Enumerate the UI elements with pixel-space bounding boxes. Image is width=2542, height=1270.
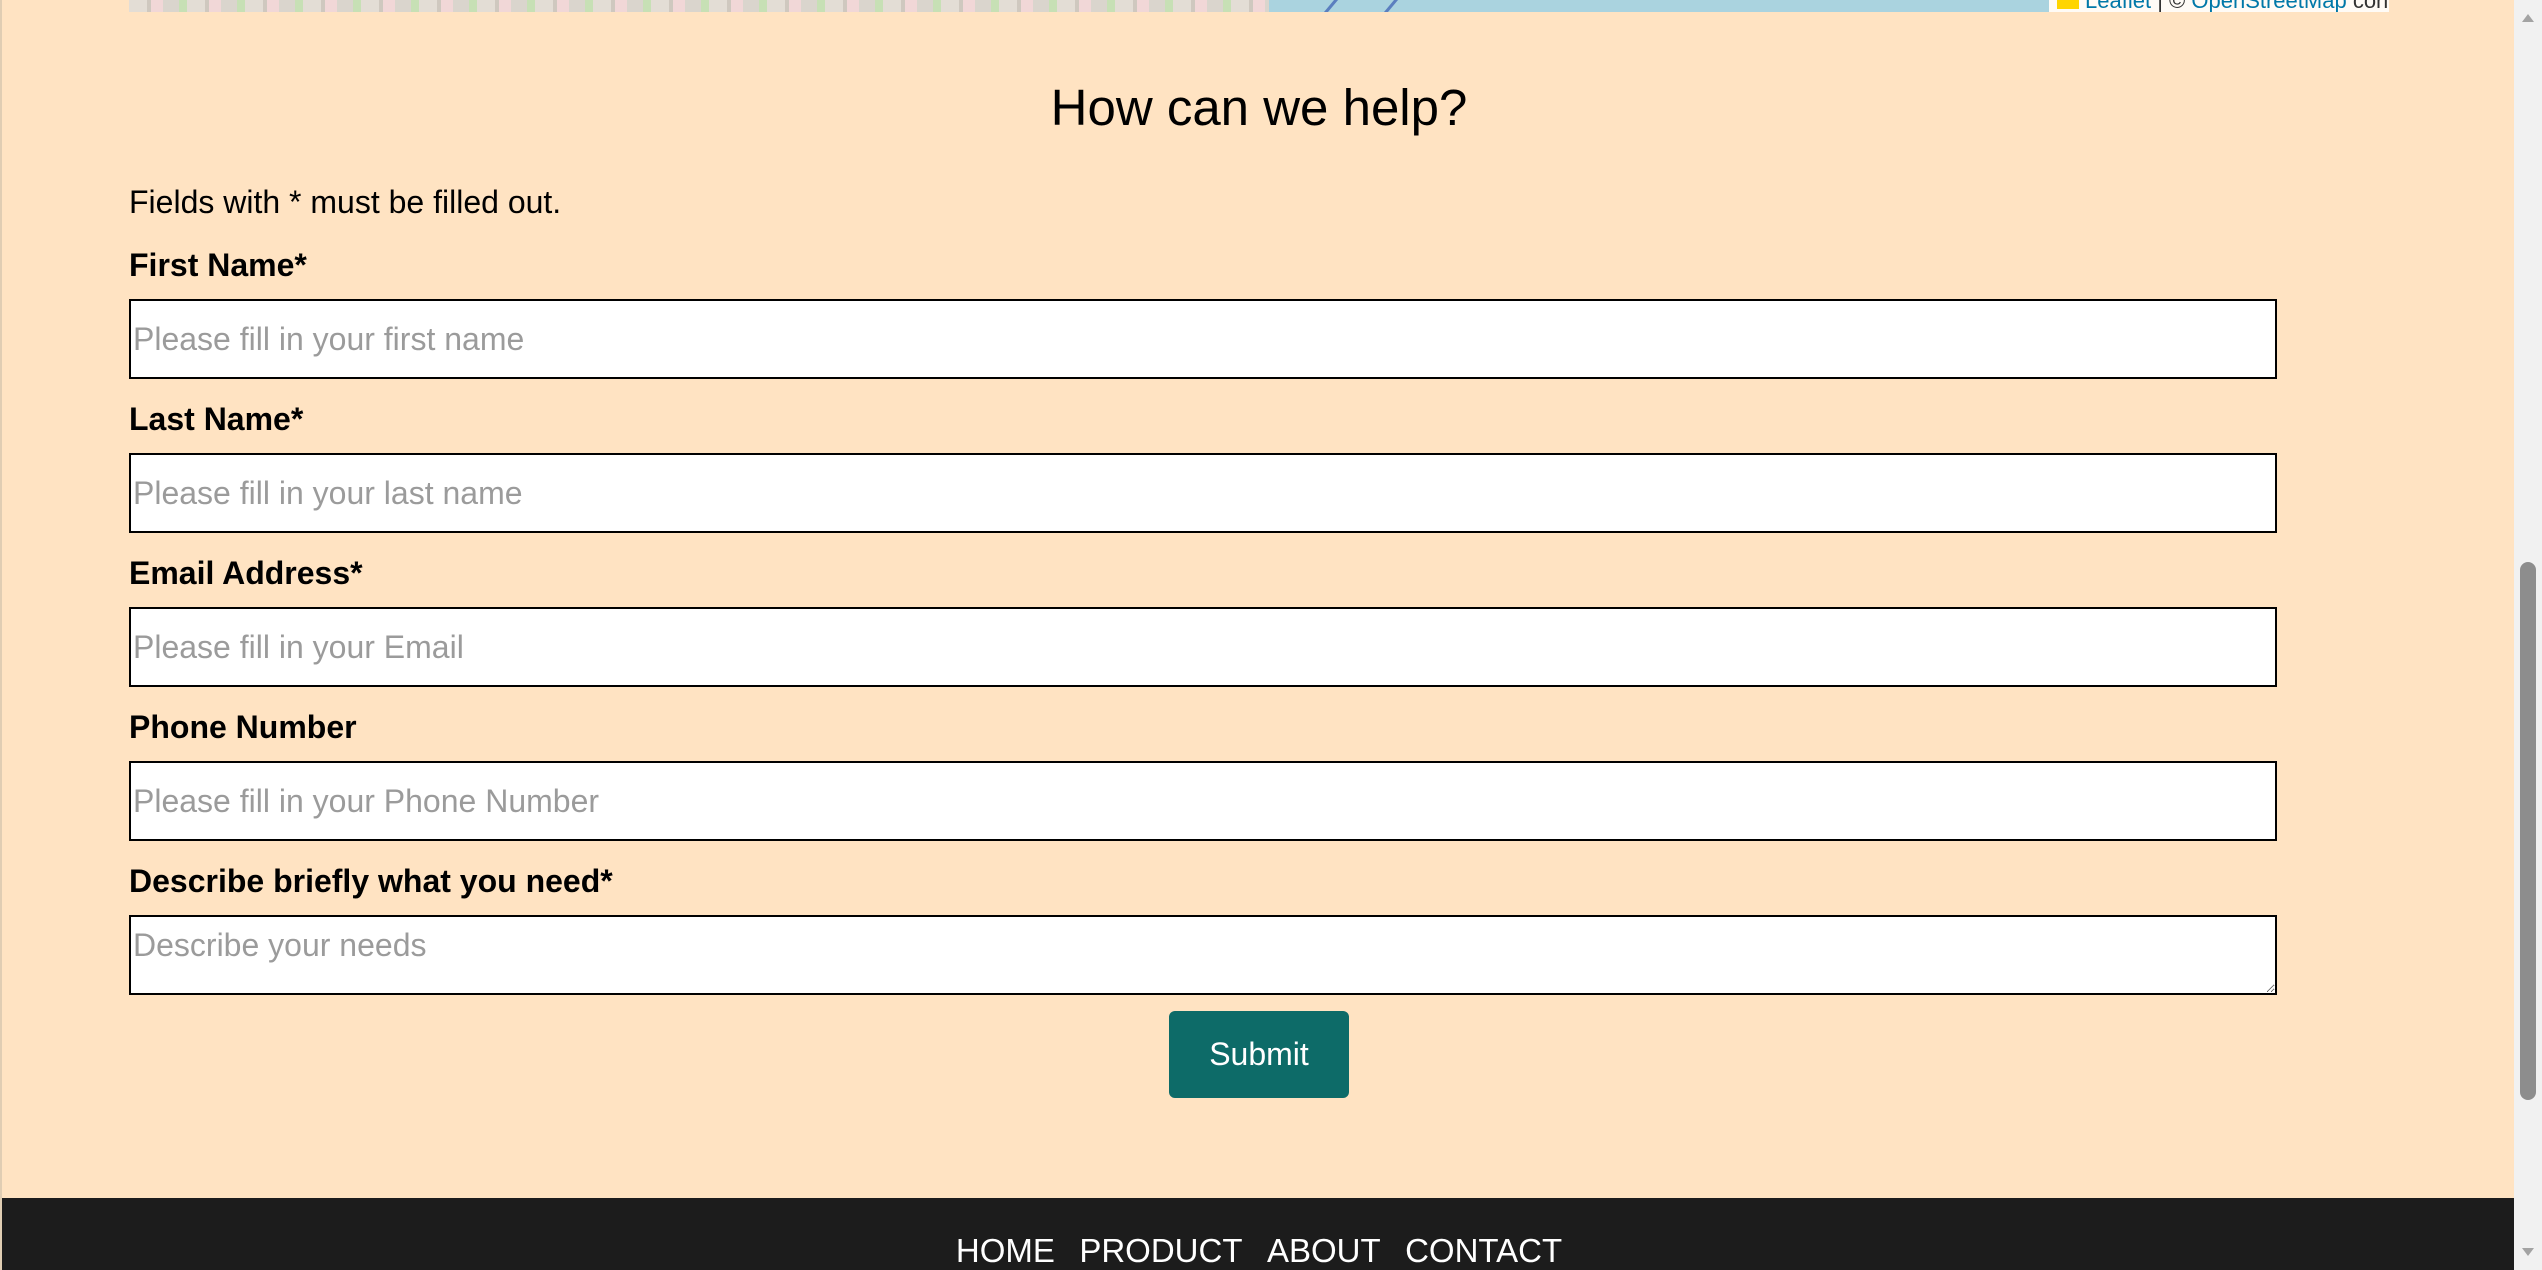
attribution-suffix: contributors — [2353, 0, 2389, 12]
required-fields-note: Fields with * must be filled out. — [129, 184, 562, 220]
last-name-input[interactable] — [129, 453, 2277, 533]
email-label: Email Address* — [129, 555, 363, 591]
phone-label: Phone Number — [129, 709, 357, 745]
leaflet-link[interactable]: Leaflet — [2085, 0, 2151, 12]
page: Leaflet | © OpenStreetMap contributors H… — [0, 0, 2516, 1270]
footer-nav: HOME PRODUCT ABOUT CONTACT — [2, 1232, 2516, 1270]
map-route-line — [1383, 0, 1399, 12]
map-attribution: Leaflet | © OpenStreetMap contributors — [2049, 0, 2389, 12]
footer: HOME PRODUCT ABOUT CONTACT — [2, 1198, 2516, 1270]
footer-link-about[interactable]: ABOUT — [1267, 1232, 1381, 1269]
needs-textarea[interactable] — [129, 915, 2277, 995]
map-route-line — [1323, 0, 1339, 12]
footer-link-product[interactable]: PRODUCT — [1079, 1232, 1242, 1269]
map[interactable]: Leaflet | © OpenStreetMap contributors — [129, 0, 2389, 12]
form-heading: How can we help? — [1050, 79, 1468, 136]
email-input[interactable] — [129, 607, 2277, 687]
submit-button[interactable]: Submit — [1169, 1011, 1349, 1098]
phone-input[interactable] — [129, 761, 2277, 841]
vertical-scrollbar[interactable] — [2514, 0, 2542, 1270]
footer-link-contact[interactable]: CONTACT — [1405, 1232, 1562, 1269]
copyright-symbol: © — [2169, 0, 2185, 12]
scroll-up-arrow-icon[interactable] — [2522, 14, 2534, 22]
last-name-label: Last Name* — [129, 401, 304, 437]
scroll-down-arrow-icon[interactable] — [2522, 1248, 2534, 1256]
footer-link-home[interactable]: HOME — [956, 1232, 1055, 1269]
first-name-input[interactable] — [129, 299, 2277, 379]
ukraine-flag-icon — [2057, 0, 2079, 10]
openstreetmap-link[interactable]: OpenStreetMap — [2191, 0, 2346, 12]
first-name-label: First Name* — [129, 247, 307, 283]
scrollbar-thumb[interactable] — [2520, 562, 2536, 1100]
map-land-tiles — [129, 0, 1269, 12]
map-water-tiles — [1269, 0, 2049, 12]
needs-label: Describe briefly what you need* — [129, 863, 613, 899]
attribution-separator: | — [2157, 0, 2163, 12]
